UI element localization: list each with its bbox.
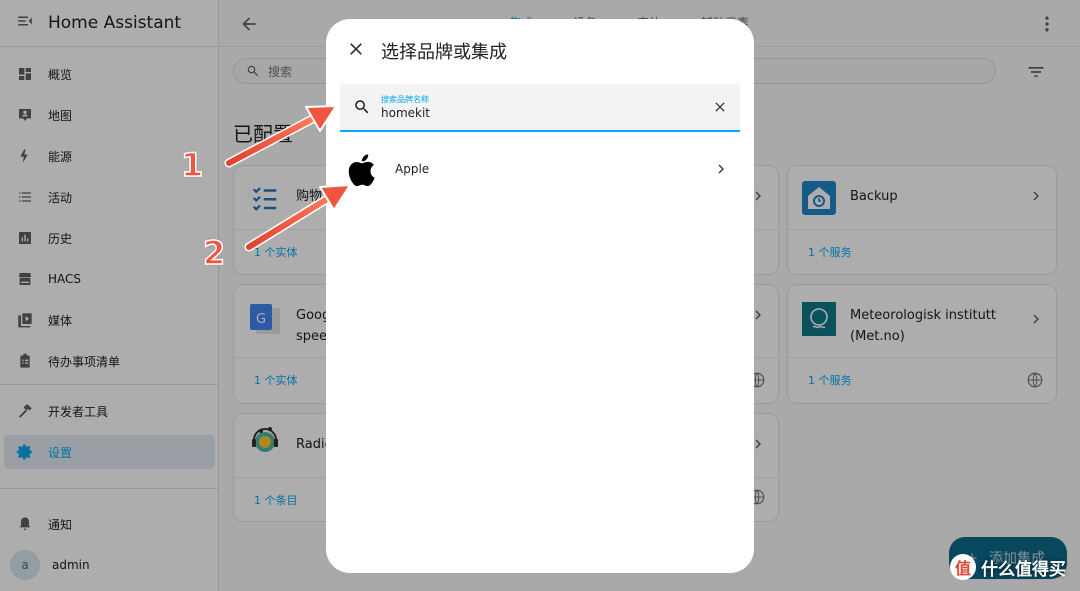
watermark-text: 什么值得买 [981, 559, 1066, 580]
dialog-title: 选择品牌或集成 [381, 42, 507, 63]
clear-icon[interactable] [712, 99, 728, 119]
annotation-step-1: 1 [180, 145, 204, 185]
brand-search-field[interactable]: 搜索品牌名称 homekit [340, 84, 740, 132]
search-icon [353, 98, 371, 120]
watermark: 值 什么值得买 [950, 554, 1066, 580]
brand-result-item[interactable]: Apple [326, 149, 754, 191]
brand-picker-dialog: 选择品牌或集成 搜索品牌名称 homekit Apple [326, 19, 754, 573]
apple-icon [348, 152, 380, 192]
brand-name: Apple [395, 162, 430, 176]
annotation-step-2: 2 [202, 233, 226, 273]
search-field-label: 搜索品牌名称 [381, 95, 429, 104]
chevron-right-icon[interactable] [713, 161, 729, 181]
dialog-header: 选择品牌或集成 [326, 19, 754, 79]
search-field-value[interactable]: homekit [381, 106, 430, 120]
close-icon[interactable] [346, 39, 366, 63]
watermark-badge: 值 [950, 554, 976, 580]
